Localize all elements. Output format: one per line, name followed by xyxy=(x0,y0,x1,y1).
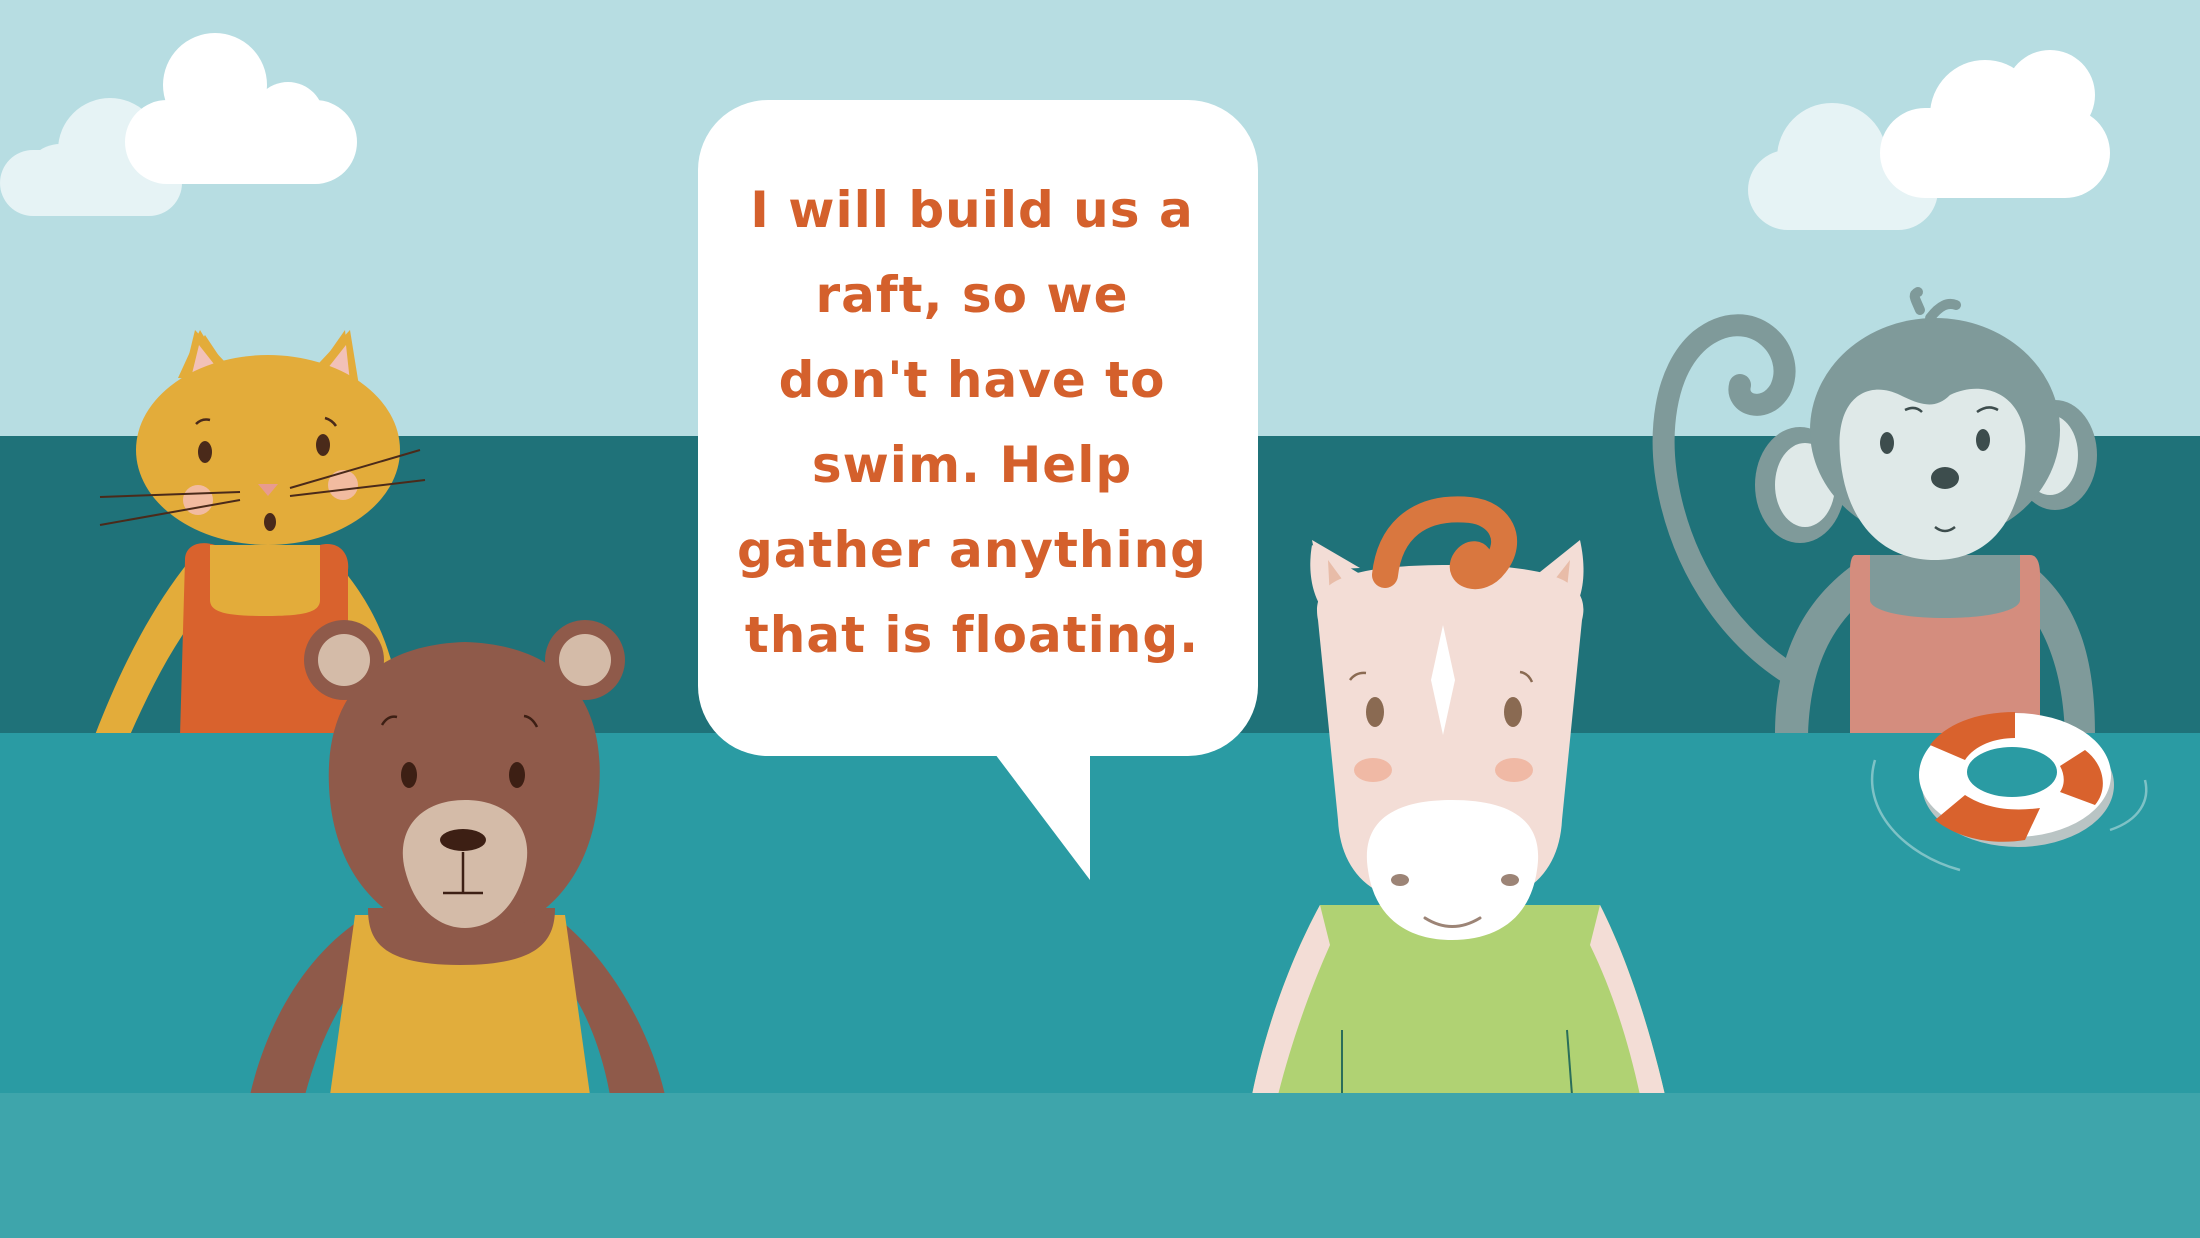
sea-near xyxy=(0,1093,2200,1238)
speech-line: that is floating. xyxy=(744,606,1200,664)
speech-line: gather anything xyxy=(737,521,1207,579)
speech-line: swim. Help xyxy=(811,436,1133,494)
speech-line: don't have to xyxy=(778,351,1166,409)
speech-bubble-text: I will build us a raft, so we don't have… xyxy=(712,168,1232,678)
speech-line: raft, so we xyxy=(815,266,1129,324)
speech-line: I will build us a xyxy=(750,181,1194,239)
